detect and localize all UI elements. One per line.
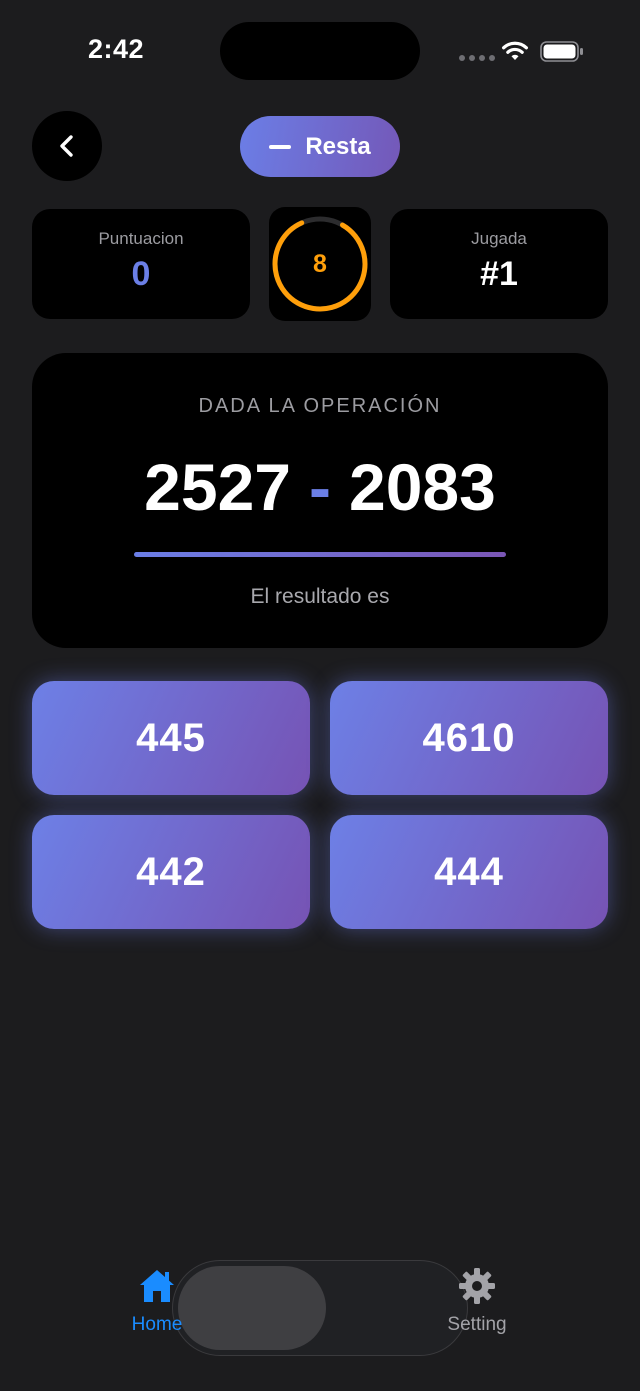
chevron-left-icon	[60, 135, 73, 157]
operation-subtitle: El resultado es	[250, 585, 390, 608]
left-operand: 2527	[144, 450, 291, 524]
timer-value: 8	[313, 249, 327, 278]
score-value: 0	[131, 255, 151, 293]
tab-setting[interactable]: Setting	[436, 1266, 518, 1336]
status-time: 2:42	[88, 34, 145, 64]
operation-card: DADA LA OPERACIÓN 2527 - 2083 El resulta…	[32, 353, 608, 648]
answer-button[interactable]: 442	[32, 815, 310, 929]
wifi-icon	[502, 41, 528, 60]
house-icon	[140, 1270, 174, 1302]
minus-icon	[269, 144, 292, 149]
status-bar: 2:42	[0, 0, 640, 100]
round-value: #1	[480, 255, 518, 293]
answer-button[interactable]: 444	[330, 815, 608, 929]
dynamic-island	[220, 22, 420, 80]
answer-button[interactable]: 445	[32, 681, 310, 795]
mode-label: Resta	[305, 132, 371, 160]
round-label: Jugada	[471, 229, 527, 248]
back-button[interactable]	[32, 111, 102, 181]
operator-sign: -	[309, 450, 331, 524]
tab-home[interactable]: Home	[118, 1266, 196, 1336]
score-label: Puntuacion	[98, 229, 184, 248]
cellular-signal-icon	[459, 55, 495, 61]
tab-setting-label: Setting	[447, 1314, 507, 1335]
score-card: Puntuacion 0	[32, 209, 250, 319]
operation-title: DADA LA OPERACIÓN	[198, 395, 442, 417]
gear-icon	[459, 1268, 495, 1304]
answer-button[interactable]: 4610	[330, 681, 608, 795]
tab-bar: Home Setting	[0, 1250, 640, 1391]
operation-mode-pill[interactable]: Resta	[240, 116, 400, 177]
timer-card: 8	[269, 207, 371, 321]
round-card: Jugada #1	[390, 209, 608, 319]
operation-expression: 2527 - 2083	[32, 449, 608, 525]
tab-home-label: Home	[131, 1314, 183, 1335]
right-operand: 2083	[348, 450, 496, 524]
tab-selection-indicator[interactable]	[178, 1266, 326, 1350]
battery-icon	[540, 41, 583, 62]
operation-divider	[134, 552, 506, 557]
